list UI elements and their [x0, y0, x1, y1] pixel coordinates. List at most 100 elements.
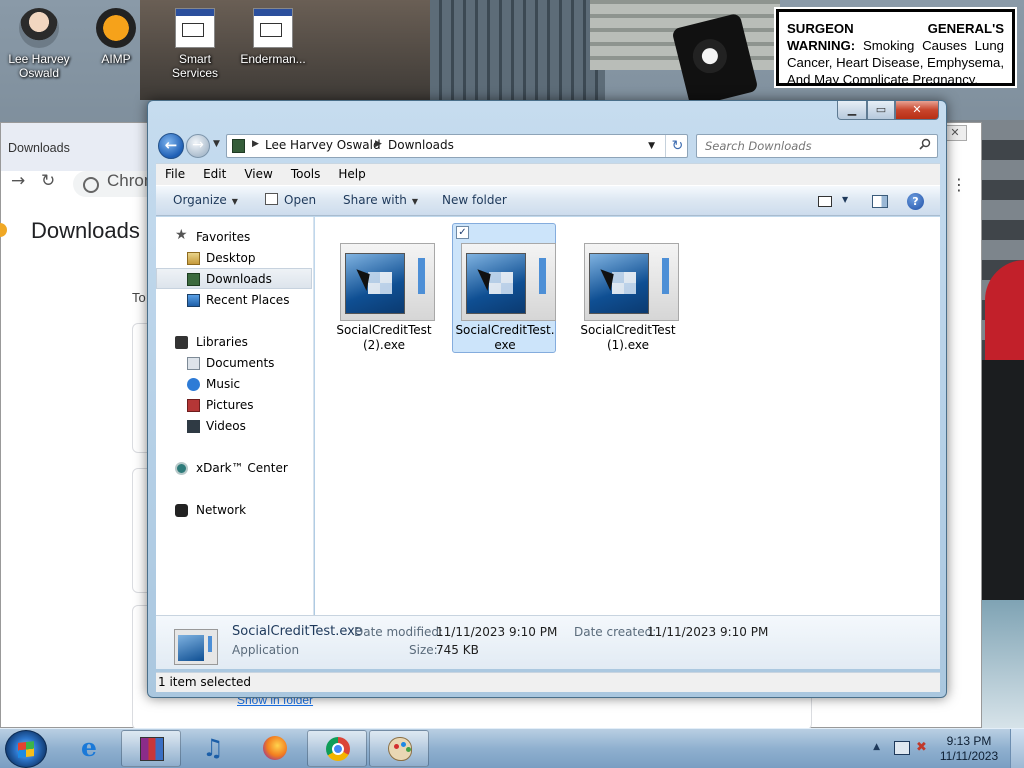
desktop-icon-label: Lee Harvey Oswald — [8, 52, 70, 80]
desktop-icon-label: Enderman... — [240, 52, 306, 66]
nav-label: Desktop — [206, 251, 256, 265]
breadcrumb-downloads[interactable]: Downloads — [388, 138, 454, 152]
music-note-icon: ♫ — [202, 734, 224, 762]
pictures-icon — [187, 399, 200, 412]
nav-libraries[interactable]: Libraries — [156, 332, 312, 353]
taskbar-firefox[interactable] — [245, 730, 305, 767]
menu-file[interactable]: File — [156, 164, 194, 185]
menu-view[interactable]: View — [235, 164, 281, 185]
clock-time: 9:13 PM — [946, 734, 992, 748]
winrar-icon — [140, 737, 164, 761]
chrome-menu-icon[interactable]: ⋮ — [951, 175, 967, 194]
chrome-omnibox[interactable]: Chrom — [73, 171, 153, 197]
help-icon[interactable]: ? — [907, 193, 924, 210]
chrome-tab-downloads[interactable]: Downloads — [1, 123, 151, 171]
details-size-value: 745 KB — [436, 643, 479, 657]
taskbar-music-player[interactable]: ♫ — [183, 730, 243, 767]
breadcrumb-separator-icon[interactable]: ▶ — [252, 139, 259, 149]
system-tray: ▲ ✖ 9:13 PM 11/11/2023 — [824, 729, 1024, 768]
aimp-icon — [96, 8, 136, 48]
star-icon: ★ — [175, 227, 188, 243]
nav-music[interactable]: Music — [156, 374, 312, 395]
downloads-folder-icon — [187, 273, 200, 286]
chrome-page-title: Downloads — [31, 218, 140, 243]
desktop-icon-enderman[interactable]: Enderman... — [236, 2, 310, 66]
file-item[interactable]: SocialCreditTest (2).exe — [331, 223, 435, 353]
show-hidden-icons-icon[interactable]: ▲ — [873, 742, 880, 752]
recent-places-icon — [187, 294, 200, 307]
internet-explorer-icon: e — [81, 733, 97, 762]
breadcrumb-user[interactable]: Lee Harvey Oswald — [265, 138, 381, 152]
forward-button[interactable]: → — [186, 134, 210, 158]
paint-palette-icon — [388, 737, 412, 761]
breadcrumb-separator-icon[interactable]: ▶ — [375, 139, 382, 149]
nav-label: xDark™ Center — [196, 461, 288, 475]
user-folder-icon — [19, 8, 59, 48]
desktop-icon-smart-services[interactable]: Smart Services — [158, 2, 232, 80]
volume-muted-icon[interactable]: ✖ — [916, 741, 932, 755]
nav-pictures[interactable]: Pictures — [156, 395, 312, 416]
nav-label: Downloads — [206, 272, 272, 286]
start-button[interactable] — [5, 730, 47, 768]
details-modified-label: Date modified: — [354, 625, 444, 639]
forward-arrow-icon[interactable]: → — [11, 171, 25, 191]
nav-favorites[interactable]: ★ Favorites — [156, 227, 312, 248]
nav-documents[interactable]: Documents — [156, 353, 312, 374]
refresh-button[interactable]: ↻ — [665, 135, 689, 157]
desktop-icon-label: Smart Services — [171, 52, 218, 80]
file-item[interactable]: SocialCreditTest (1).exe — [575, 223, 679, 353]
clock[interactable]: 9:13 PM 11/11/2023 — [936, 734, 1002, 764]
search-icon[interactable] — [919, 138, 931, 150]
view-options-chevron-icon[interactable]: ▼ — [842, 195, 848, 204]
reload-icon[interactable]: ↻ — [41, 171, 55, 191]
executable-icon — [340, 243, 435, 321]
nav-network[interactable]: Network — [156, 500, 312, 521]
file-item-selected[interactable]: ✓ SocialCreditTest. exe — [452, 223, 556, 353]
details-modified-value: 11/11/2023 9:10 PM — [436, 625, 558, 639]
close-button[interactable]: ✕ — [895, 101, 939, 120]
nav-recent-places[interactable]: Recent Places — [156, 290, 312, 311]
show-desktop-button[interactable] — [1010, 729, 1024, 768]
window-controls: ▁ ▭ ✕ — [837, 101, 939, 120]
nav-downloads[interactable]: Downloads — [156, 268, 312, 289]
nav-label: Music — [206, 377, 241, 391]
back-button[interactable]: ← — [158, 133, 184, 159]
details-created-label: Date created: — [574, 625, 657, 639]
menu-tools[interactable]: Tools — [282, 164, 330, 185]
network-status-icon[interactable] — [894, 741, 910, 755]
details-file-name: SocialCreditTest.exe — [232, 624, 363, 639]
share-with-button[interactable]: Share with ▼ — [343, 193, 418, 207]
taskbar-chrome[interactable] — [307, 730, 367, 767]
nav-desktop[interactable]: Desktop — [156, 248, 312, 269]
taskbar-paint[interactable] — [369, 730, 429, 767]
maximize-button[interactable]: ▭ — [867, 101, 895, 120]
desktop-folder-icon — [187, 252, 200, 265]
taskbar-internet-explorer[interactable]: e — [59, 730, 119, 767]
organize-button[interactable]: Organize ▼ — [173, 193, 238, 207]
address-dropdown-icon[interactable]: ▼ — [648, 141, 655, 151]
checkbox-icon[interactable]: ✓ — [456, 226, 469, 239]
search-input[interactable] — [705, 139, 905, 153]
new-folder-button[interactable]: New folder — [442, 193, 507, 207]
minimize-button[interactable]: ▁ — [837, 101, 867, 120]
selected-file-thumbnail-icon — [174, 629, 218, 665]
status-bar: 1 item selected — [156, 672, 940, 692]
taskbar-winrar[interactable] — [121, 730, 181, 767]
change-view-icon[interactable] — [818, 196, 832, 207]
menu-help[interactable]: Help — [329, 164, 374, 185]
status-text: 1 item selected — [158, 675, 252, 689]
nav-label: Pictures — [206, 398, 254, 412]
chrome-toolbar: → ↻ Chrom — [1, 171, 153, 197]
desktop-icon-aimp[interactable]: AIMP — [79, 2, 153, 66]
share-with-label: Share with — [343, 193, 407, 207]
address-bar[interactable]: ▶ Lee Harvey Oswald ▶ Downloads ▼ ↻ — [226, 134, 688, 158]
history-dropdown-icon[interactable]: ▼ — [213, 139, 220, 149]
open-button[interactable]: Open — [265, 193, 316, 207]
menu-edit[interactable]: Edit — [194, 164, 235, 185]
executable-icon — [584, 243, 679, 321]
nav-videos[interactable]: Videos — [156, 416, 312, 437]
desktop-icon-user-folder[interactable]: Lee Harvey Oswald — [2, 2, 76, 80]
preview-pane-icon[interactable] — [872, 195, 888, 208]
search-box[interactable] — [696, 134, 938, 158]
nav-xdark-center[interactable]: xDark™ Center — [156, 458, 312, 479]
